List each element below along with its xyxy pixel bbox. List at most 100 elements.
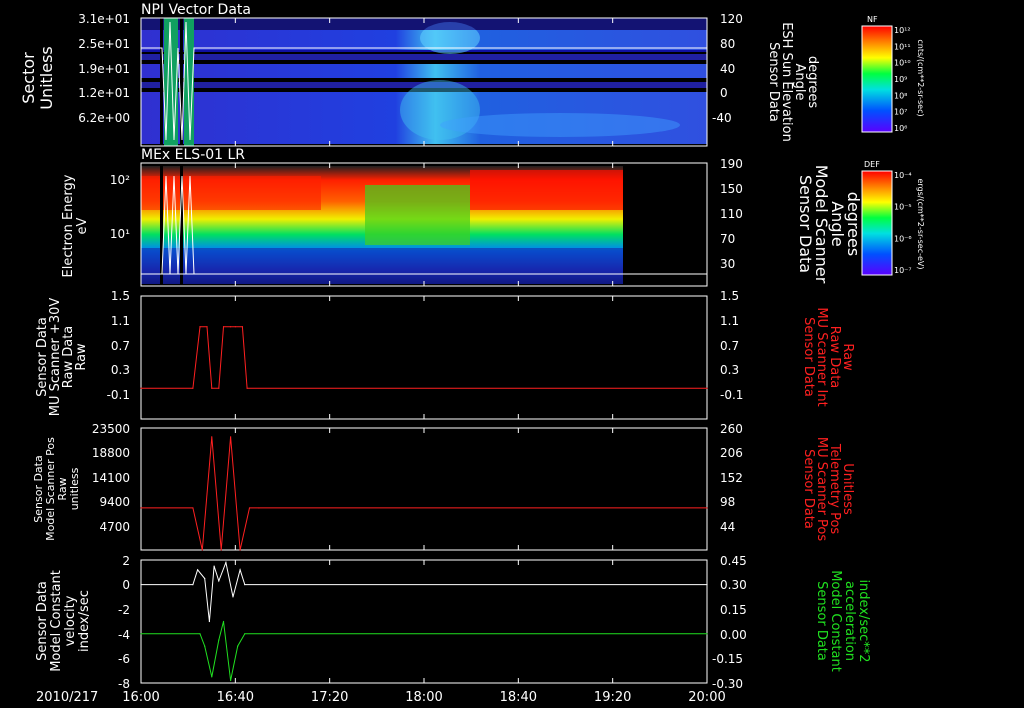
colorbar-tick-label: 10¹² (894, 26, 911, 35)
scanner-pos-line-point (248, 507, 251, 509)
p3-ylabel-right-line: Raw (840, 343, 855, 371)
panel-velocity: 2 0 -2 -4 -6 -8 0.45 0.30 0.15 0.00 -0.1… (35, 554, 871, 691)
acceleration-line-point (230, 679, 232, 682)
acceleration-line-point (222, 620, 225, 623)
colorbar-tick-label: 10⁻⁶ (894, 234, 912, 243)
p4-ylabel-left-line: unitless (68, 467, 81, 510)
p4-ylabel-right: Sensor Data MU Scanner Pos Telemetry Pos… (801, 437, 855, 542)
velocity-line-point (225, 561, 227, 564)
npi-ylabel-left-line: Unitless (37, 46, 56, 110)
els-colorbar-units: ergs/(cm**2-sr-sec-eV) (916, 178, 925, 269)
colorbar-tick-label: 10¹¹ (894, 42, 911, 51)
p3-ylabel-right: Sensor Data MU Scanner Int Raw Data Raw (801, 307, 855, 406)
p3-ylabel-right-line: MU Scanner Int (814, 307, 829, 406)
p5-ytick-left: -6 (118, 652, 130, 666)
time-tick-label: 17:20 (311, 690, 348, 705)
acceleration-line-point (140, 633, 142, 635)
p3-ytick-right: -0.1 (720, 388, 743, 402)
npi-ylabel-left-line: Sector (19, 52, 38, 104)
p4-ytick-left: 14100 (92, 471, 130, 485)
mu-30v-line-point (706, 387, 708, 389)
time-tick-label: 18:00 (405, 690, 442, 705)
npi-ylabel-right-line: degrees (805, 56, 820, 109)
npi-colorbar-units: cnts/(cm**2-sr-sec) (916, 39, 925, 116)
npi-colorbar: NF 10¹² 10¹¹ 10¹⁰ 10⁹ 10⁸ 10⁷ 10⁶ cnts/(cm**2-… (861, 15, 925, 133)
mu-30v-line-point (222, 326, 225, 328)
velocity-line-point (204, 577, 206, 580)
els-heatmap (141, 163, 707, 286)
p3-ytick-left: -0.1 (107, 388, 130, 402)
els-ylabel-right: Sensor Data Model Scanner Angle degrees (796, 165, 863, 284)
p4-ytick-left: 9400 (99, 495, 130, 509)
p5-ylabel-right-line: Model Constant (828, 570, 843, 672)
els-colorbar: DEF 10⁻⁴ 10⁻⁵ 10⁻⁶ 10⁻⁷ ergs/(cm**2-sr-sec-… (861, 160, 925, 276)
els-colorbar-ticks: 10⁻⁴ 10⁻⁵ 10⁻⁶ 10⁻⁷ (894, 171, 912, 275)
p5-ytick-left: 2 (122, 554, 130, 568)
p4-ytick-right: 260 (720, 422, 743, 436)
p5-ytick-right: 0.45 (720, 554, 747, 568)
colorbar-tick-label: 10⁻⁴ (894, 171, 912, 180)
scanner-pos-line-point (140, 507, 142, 509)
mu-30v-line-point (218, 387, 220, 389)
els-ytick-left: 10² (110, 173, 130, 187)
p4-ytick-right: 98 (720, 495, 735, 509)
p5-ylabel-right: Sensor Data Model Constant acceleration … (814, 570, 871, 672)
scanner-pos-line-point (706, 507, 708, 509)
acceleration-line-point (218, 639, 220, 641)
p5-ylabel-right-line: Sensor Data (814, 581, 829, 661)
npi-ytick-right: 120 (720, 12, 743, 26)
p3-ytick-right: 0.3 (720, 363, 739, 377)
els-ytick-right: 110 (720, 207, 743, 221)
npi-ytick-right: -40 (712, 111, 732, 125)
p4-ytick-left: 23500 (92, 422, 130, 436)
p3-ytick-left: 1.5 (111, 289, 130, 303)
scanner-pos-line-point (201, 549, 203, 551)
els-ytick-right: 190 (720, 157, 743, 171)
mu-30v-line-point (199, 326, 201, 328)
els-ytick-right: 150 (720, 182, 743, 196)
p3-ylabel-left-line: Raw (74, 343, 89, 371)
p5-ytick-right: 0.30 (720, 578, 747, 592)
panel-npi: NPI Vector Data 3.1e+01 2.5e+01 1.9e+01 … (19, 2, 925, 147)
npi-ylabel-left: Sector Unitless (19, 46, 56, 110)
time-tick-label: 16:40 (217, 690, 254, 705)
npi-ytick-left: 1.2e+01 (78, 86, 130, 100)
p4-ytick-right: 206 (720, 446, 743, 460)
p5-ylabel-right-line: acceleration (842, 581, 857, 661)
npi-ytick-left: 3.1e+01 (78, 12, 130, 26)
mu-30v-line-point (206, 326, 208, 328)
els-ylabel-left-line: Electron Energy (61, 174, 76, 277)
npi-yticks-right: 120 80 40 0 -40 (712, 12, 743, 125)
date-label: 2010/217 (36, 690, 98, 705)
acceleration-line-point (204, 645, 206, 647)
p4-ylabel-right-line: Telemetry Pos (827, 443, 842, 535)
p4-ytick-right: 44 (720, 520, 735, 534)
time-tick-label: 20:00 (688, 690, 725, 705)
acceleration-line-point (237, 645, 239, 647)
p3-ytick-right: 1.1 (720, 314, 739, 328)
mu-30v-line-point (211, 387, 213, 389)
p5-ylabel-left-line: velocity (63, 595, 78, 646)
acceleration-line-point (211, 676, 213, 678)
velocity-line-point (140, 584, 142, 586)
panel-mu-30v: 1.5 1.1 0.7 0.3 -0.1 1.5 1.1 0.7 0.3 -0.… (35, 289, 855, 420)
colorbar-tick-label: 10⁻⁷ (894, 266, 912, 275)
scanner-pos-line-point (211, 436, 213, 438)
mu-30v-line-point (246, 387, 248, 389)
mu-30v-line-point (241, 326, 244, 328)
p4-ytick-left: 18800 (92, 446, 130, 460)
p5-ytick-right: -0.30 (712, 677, 743, 691)
velocity-line-point (239, 569, 241, 571)
time-tick-label: 16:00 (122, 690, 159, 705)
mu-30v-line-point (192, 387, 194, 389)
colorbar-tick-label: 10⁶ (894, 124, 907, 133)
p3-ytick-left: 1.1 (111, 314, 130, 328)
npi-ylabel-right: Sensor Data ESH Sun Elevation Angle degr… (766, 22, 820, 142)
p5-ylabel-right-line: index/sec**2 (856, 579, 871, 662)
npi-heatmap (141, 18, 707, 146)
els-ytick-left: 10¹ (110, 227, 130, 241)
npi-ytick-right: 40 (720, 62, 735, 76)
p3-ytick-left: 0.7 (111, 339, 130, 353)
npi-ytick-left: 2.5e+01 (78, 37, 130, 51)
time-tick-label: 18:40 (500, 690, 537, 705)
